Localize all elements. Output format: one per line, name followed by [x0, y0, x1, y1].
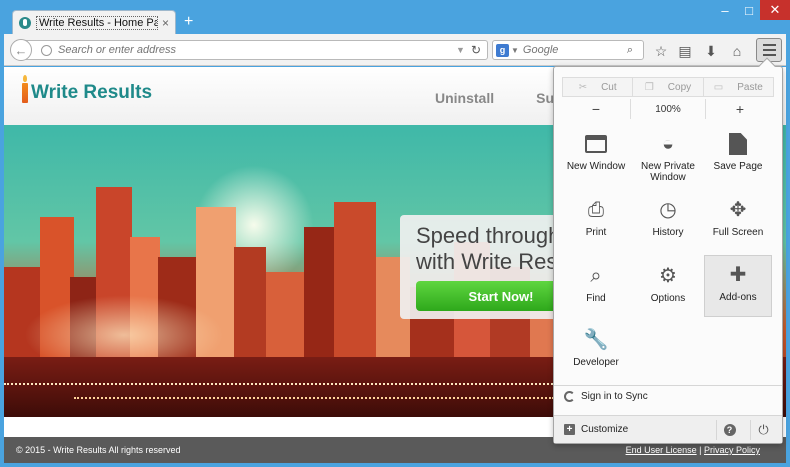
- cut-button[interactable]: ✂ Cut: [563, 78, 634, 96]
- save-page-button[interactable]: Save Page: [704, 125, 772, 187]
- site-logo[interactable]: Write Results: [22, 75, 153, 103]
- developer-button[interactable]: 🔧 Developer: [562, 321, 630, 383]
- new-private-window-button[interactable]: ◒ New Private Window: [634, 125, 702, 187]
- url-dropdown-icon[interactable]: ▼: [456, 45, 465, 55]
- magnifier-icon: ⌕: [590, 265, 602, 287]
- search-engine-dropdown-icon[interactable]: ▼: [511, 46, 519, 55]
- copy-button[interactable]: ❐ Copy: [633, 78, 704, 96]
- title-bar: Write Results - Home Page × + – □ ✕: [0, 0, 790, 34]
- url-input[interactable]: [58, 44, 457, 56]
- fullscreen-arrows-icon: ✥: [729, 199, 747, 221]
- customize-button[interactable]: + Customize: [564, 424, 628, 435]
- paste-button[interactable]: ▭ Paste: [704, 78, 773, 96]
- puzzle-piece-icon: ✚: [729, 264, 747, 286]
- search-icon[interactable]: ⌕: [627, 44, 633, 57]
- scissors-icon: ✂: [578, 81, 588, 93]
- full-screen-button[interactable]: ✥ Full Screen: [704, 191, 772, 253]
- footer-links: End User License | Privacy Policy: [626, 445, 760, 455]
- print-button[interactable]: ⎙ Print: [562, 191, 630, 253]
- find-button[interactable]: ⌕ Find: [562, 257, 630, 319]
- quit-button[interactable]: ⏻: [750, 420, 776, 440]
- sync-icon: [564, 391, 575, 402]
- app-menu-panel: ✂ Cut ❐ Copy ▭ Paste − 100% + New Window ◒ …: [553, 57, 783, 444]
- back-arrow-icon: ←: [14, 42, 28, 58]
- home-icon[interactable]: ⌂: [728, 42, 746, 60]
- privacy-policy-link[interactable]: Privacy Policy: [704, 445, 760, 455]
- nav-uninstall-link[interactable]: Uninstall: [435, 90, 494, 106]
- edit-controls: ✂ Cut ❐ Copy ▭ Paste: [562, 77, 774, 97]
- reload-icon[interactable]: ↻: [471, 43, 481, 57]
- end-user-license-link[interactable]: End User License: [626, 445, 697, 455]
- downloads-icon[interactable]: ⬇: [702, 42, 720, 60]
- sign-in-to-sync-button[interactable]: Sign in to Sync: [564, 391, 648, 402]
- help-icon: ?: [723, 424, 736, 436]
- plus-icon: +: [564, 424, 575, 435]
- search-input[interactable]: [522, 44, 627, 56]
- bookmark-star-icon[interactable]: ☆: [652, 42, 670, 60]
- maximize-button[interactable]: □: [738, 0, 760, 20]
- skyline-building: [334, 202, 376, 377]
- footer-copyright: © 2015 - Write Results All rights reserv…: [16, 445, 181, 455]
- add-ons-button[interactable]: ✚ Add-ons: [704, 255, 772, 317]
- zoom-reset-button[interactable]: 100%: [630, 99, 706, 119]
- new-tab-button[interactable]: +: [184, 14, 193, 30]
- wrench-icon: 🔧: [583, 329, 609, 351]
- logo-text: Write Results: [31, 82, 153, 103]
- mask-icon: ◒: [661, 133, 675, 155]
- candle-icon: [22, 75, 28, 103]
- new-window-button[interactable]: New Window: [562, 125, 630, 187]
- minimize-button[interactable]: –: [712, 0, 738, 20]
- footer-separator: |: [699, 445, 702, 455]
- clipboard-icon: ▭: [713, 81, 724, 93]
- help-button[interactable]: ?: [716, 420, 742, 440]
- browser-tab[interactable]: Write Results - Home Page ×: [12, 10, 176, 34]
- street-lights: [74, 397, 554, 399]
- zoom-out-button[interactable]: −: [562, 99, 630, 119]
- bookmarks-list-icon[interactable]: ▤: [676, 42, 694, 60]
- power-icon: ⏻: [758, 422, 769, 437]
- options-button[interactable]: ⚙ Options: [634, 257, 702, 319]
- globe-icon: [41, 44, 52, 56]
- copy-icon: ❐: [644, 81, 654, 93]
- site-favicon-icon: [19, 16, 31, 29]
- back-button[interactable]: ←: [10, 39, 32, 61]
- tab-close-icon[interactable]: ×: [162, 16, 169, 30]
- site-nav: Uninstall Supp: [435, 90, 571, 106]
- menu-footer: + Customize ? ⏻: [554, 415, 782, 443]
- search-bar[interactable]: g ▼ ⌕: [492, 40, 644, 60]
- tab-title: Write Results - Home Page: [36, 15, 158, 30]
- street-lights: [4, 383, 564, 385]
- google-icon[interactable]: g: [496, 43, 509, 57]
- clock-icon: ◷: [659, 199, 677, 221]
- history-button[interactable]: ◷ History: [634, 191, 702, 253]
- url-bar[interactable]: ▼ ↻: [26, 40, 488, 60]
- skyline-building: [304, 227, 334, 377]
- menu-separator: [554, 385, 782, 386]
- zoom-in-button[interactable]: +: [706, 99, 774, 119]
- close-window-button[interactable]: ✕: [760, 0, 790, 20]
- open-menu-button[interactable]: [756, 38, 782, 62]
- gear-icon: ⚙: [659, 265, 677, 287]
- page-icon: [725, 131, 751, 157]
- navigation-toolbar: ▼ ↻ ← g ▼ ⌕ ☆ ▤ ⬇ ⌂: [4, 34, 786, 66]
- zoom-controls: − 100% +: [562, 99, 774, 119]
- printer-icon: ⎙: [588, 199, 604, 221]
- window-icon: [583, 131, 609, 157]
